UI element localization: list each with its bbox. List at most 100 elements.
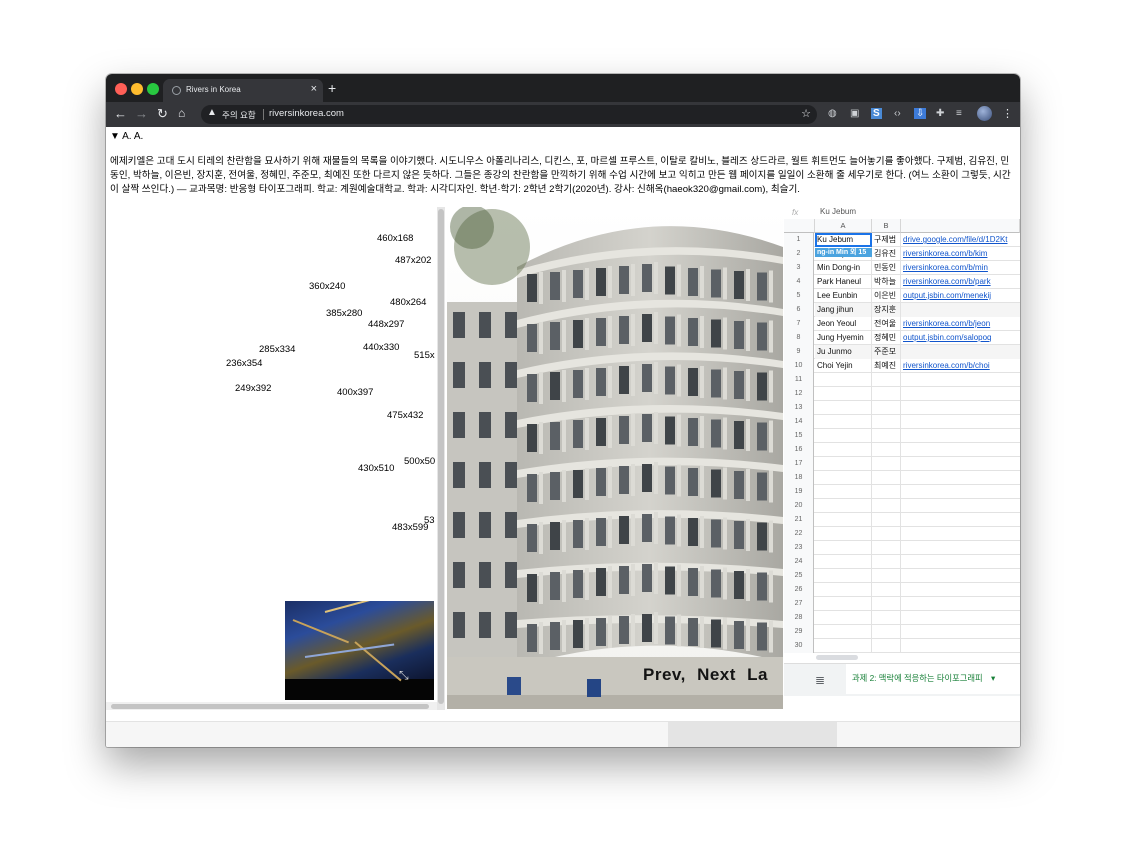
browser-tab[interactable]: Rivers in Korea × [163,79,323,102]
row-number[interactable]: 15 [784,429,814,443]
minimize-window-button[interactable] [131,83,143,95]
row-number[interactable]: 14 [784,415,814,429]
cell-english-name[interactable] [815,443,872,457]
next-link[interactable]: Next [697,665,736,684]
cell-link[interactable]: drive.google.com/file/d/1D2Kt [901,233,1020,247]
row-number[interactable]: 19 [784,485,814,499]
size-label[interactable]: 480x264 [390,297,426,308]
row-number[interactable]: 23 [784,541,814,555]
cell-korean-name[interactable] [872,429,901,443]
cell-link[interactable] [901,387,1020,401]
row-number[interactable]: 29 [784,625,814,639]
size-label[interactable]: 249x392 [235,383,271,394]
size-label[interactable]: 440x330 [363,342,399,353]
maximize-window-button[interactable] [147,83,159,95]
details-summary[interactable]: ▼ A. A. [110,131,143,142]
cell-link[interactable] [901,415,1020,429]
back-arrow-icon[interactable]: ← [114,106,127,121]
row-number[interactable]: 5 [784,289,814,303]
cell-english-name[interactable]: Lee Eunbin [815,289,872,303]
cell-english-name[interactable]: Choi Yejin [815,359,872,373]
row-number[interactable]: 3 [784,261,814,275]
cell-english-name[interactable] [815,569,872,583]
cell-korean-name[interactable] [872,541,901,555]
all-sheets-icon[interactable]: ≣ [815,673,825,687]
row-number[interactable]: 2 [784,247,814,261]
row-number[interactable]: 4 [784,275,814,289]
camera-extension-icon[interactable]: ▣ [850,108,859,119]
size-label[interactable]: 460x168 [377,233,413,244]
cell-link[interactable] [901,527,1020,541]
cell-korean-name[interactable] [872,583,901,597]
cell-link[interactable] [901,443,1020,457]
cell-korean-name[interactable]: 김유진 [872,247,901,261]
cell-link[interactable] [901,569,1020,583]
more-menu-icon[interactable]: ⋮ [1002,107,1013,120]
cell-korean-name[interactable] [872,597,901,611]
home-icon[interactable]: ⌂ [178,106,185,120]
size-label[interactable]: 483x599 [392,522,428,533]
cell-korean-name[interactable] [872,499,901,513]
cell-korean-name[interactable] [872,457,901,471]
cell-link[interactable] [901,457,1020,471]
cell-korean-name[interactable] [872,373,901,387]
cell-english-name[interactable] [815,625,872,639]
cell-korean-name[interactable]: 전여울 [872,317,901,331]
last-link[interactable]: La [747,665,768,684]
scrollbar-thumb[interactable] [438,209,444,704]
cell-link[interactable] [901,485,1020,499]
size-label[interactable]: 236x354 [226,358,262,369]
row-number[interactable]: 20 [784,499,814,513]
cell-link[interactable]: riversinkorea.com/b/choi [901,359,1020,373]
cell-korean-name[interactable]: 최예진 [872,359,901,373]
caret-down-icon[interactable]: ▾ [991,673,995,683]
bookmark-star-icon[interactable]: ☆ [801,107,811,120]
row-number[interactable]: 11 [784,373,814,387]
column-header-b[interactable]: B [872,219,901,233]
cell-link[interactable] [901,583,1020,597]
size-label[interactable]: 500x50 [404,456,435,467]
s-extension-icon[interactable]: S [871,108,882,119]
cell-english-name[interactable] [815,401,872,415]
sheet-tab-active[interactable]: 과제 2: 맥락에 적응하는 타이포그래피 ▾ [846,664,1020,694]
row-number[interactable]: 27 [784,597,814,611]
cell-english-name[interactable] [815,387,872,401]
row-number[interactable]: 21 [784,513,814,527]
close-window-button[interactable] [115,83,127,95]
row-number[interactable]: 6 [784,303,814,317]
forward-arrow-icon[interactable]: → [135,106,148,121]
row-number[interactable]: 24 [784,555,814,569]
cell-english-name[interactable]: Ku Jebum [815,233,872,247]
cell-korean-name[interactable] [872,471,901,485]
cell-english-name[interactable]: Jeon Yeoul [815,317,872,331]
cell-english-name[interactable]: Ju Junmo [815,345,872,359]
size-label[interactable]: 515x [414,350,435,361]
cell-korean-name[interactable]: 민동인 [872,261,901,275]
cell-english-name[interactable] [815,429,872,443]
reading-list-icon[interactable]: ≡ [956,108,962,119]
cell-link[interactable] [901,345,1020,359]
row-number[interactable]: 12 [784,387,814,401]
cell-link[interactable] [901,639,1020,653]
cell-korean-name[interactable] [872,625,901,639]
cell-korean-name[interactable]: 정혜민 [872,331,901,345]
row-number[interactable]: 18 [784,471,814,485]
tab-close-icon[interactable]: × [311,83,317,95]
row-number[interactable]: 30 [784,639,814,653]
cell-english-name[interactable] [815,513,872,527]
size-label[interactable]: 475x432 [387,410,423,421]
size-label[interactable]: 385x280 [326,308,362,319]
row-number[interactable]: 25 [784,569,814,583]
cell-english-name[interactable] [815,527,872,541]
cell-korean-name[interactable] [872,611,901,625]
cell-english-name[interactable] [815,485,872,499]
cell-link[interactable]: output.jsbin.com/salopoq [901,331,1020,345]
cell-english-name[interactable] [815,541,872,555]
expand-icon[interactable]: ⤡ [399,668,409,683]
cell-link[interactable] [901,471,1020,485]
cell-link[interactable]: riversinkorea.com/b/min [901,261,1020,275]
globe-extension-icon[interactable]: ◍ [828,108,837,119]
row-number[interactable]: 9 [784,345,814,359]
cell-english-name[interactable]: Jung Hyemin [815,331,872,345]
warning-icon[interactable]: ▲ [207,107,217,118]
